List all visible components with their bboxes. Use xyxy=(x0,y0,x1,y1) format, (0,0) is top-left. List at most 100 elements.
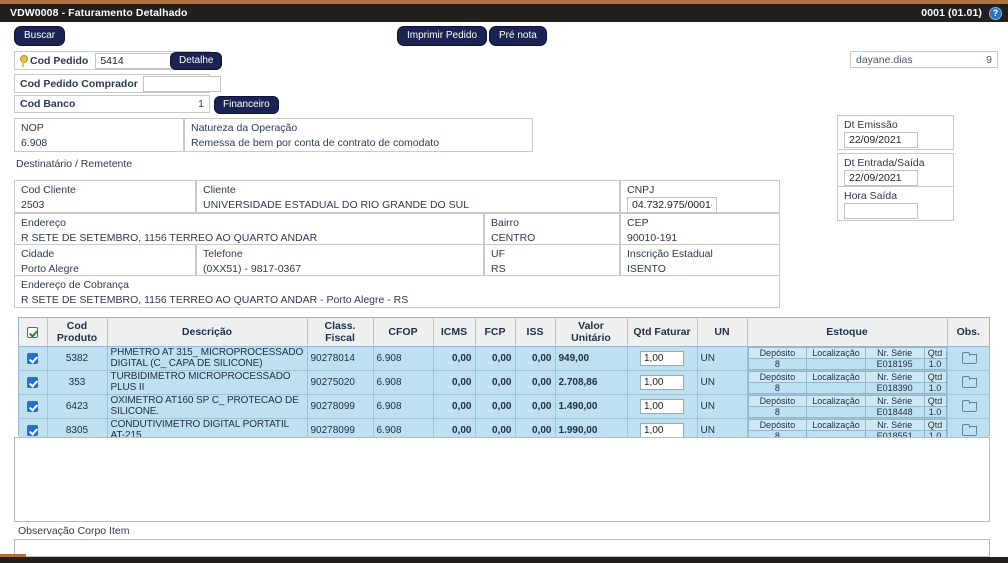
qtd-faturar-input[interactable] xyxy=(640,351,684,366)
cell-class-fiscal: 90275020 xyxy=(307,371,373,395)
estoque-header-nr-serie: Nr. Série xyxy=(865,372,924,383)
cod-banco-label: Cod Banco xyxy=(15,98,80,110)
observacao-corpo-item-textarea[interactable] xyxy=(14,539,990,557)
detalhe-button[interactable]: Detalhe xyxy=(170,52,222,70)
nop-value: 6.908 xyxy=(21,135,178,150)
header-cfop[interactable]: CFOP xyxy=(373,318,433,347)
help-icon[interactable]: ? xyxy=(989,7,1002,20)
header-iss[interactable]: ISS xyxy=(515,318,555,347)
products-table: Cod Produto Descrição Class. Fiscal CFOP… xyxy=(19,318,989,443)
estoque-header-nr-serie: Nr. Série xyxy=(865,348,924,359)
bairro-field[interactable]: Bairro CENTRO xyxy=(484,213,620,246)
bairro-label: Bairro xyxy=(491,217,614,230)
folder-icon[interactable] xyxy=(962,352,975,362)
natureza-operacao-value: Remessa de bem por conta de contrato de … xyxy=(191,135,527,150)
endereco-field[interactable]: Endereço R SETE DE SETEMBRO, 1156 TERREO… xyxy=(14,213,484,246)
title-bar: VDW0008 - Faturamento Detalhado 0001 (01… xyxy=(0,4,1008,22)
header-class-fiscal[interactable]: Class. Fiscal xyxy=(307,318,373,347)
cell-qtd-faturar[interactable] xyxy=(627,395,697,419)
dt-entrada-saida-input[interactable] xyxy=(844,170,918,186)
cell-estoque: DepósitoLocalizaçãoNr. SérieQtd8E0183901… xyxy=(747,371,947,395)
bairro-value: CENTRO xyxy=(491,230,614,245)
folder-icon[interactable] xyxy=(962,400,975,410)
qtd-faturar-input[interactable] xyxy=(640,423,684,438)
cell-fcp: 0,00 xyxy=(475,371,515,395)
estoque-qtd: 1.0 xyxy=(924,359,946,370)
table-row[interactable]: 6423OXIMETRO AT160 SP C_ PROTECAO DE SIL… xyxy=(19,395,989,419)
telefone-field[interactable]: Telefone (0XX51) - 9817-0367 xyxy=(196,244,484,277)
select-all-header[interactable] xyxy=(19,318,47,347)
endereco-label: Endereço xyxy=(21,217,478,230)
cod-pedido-comprador-label: Cod Pedido Comprador xyxy=(15,78,143,90)
endereco-cobranca-field[interactable]: Endereço de Cobrança R SETE DE SETEMBRO,… xyxy=(14,275,780,308)
buscar-button[interactable]: Buscar xyxy=(14,26,65,46)
cod-banco-field[interactable]: Cod Banco 1 xyxy=(14,95,210,113)
cod-pedido-comprador-field[interactable]: Cod Pedido Comprador xyxy=(14,74,210,93)
header-fcp[interactable]: FCP xyxy=(475,318,515,347)
cell-iss: 0,00 xyxy=(515,347,555,371)
dt-emissao-field[interactable]: Dt Emissão xyxy=(837,115,954,150)
folder-icon[interactable] xyxy=(962,424,975,434)
cell-fcp: 0,00 xyxy=(475,395,515,419)
table-row[interactable]: 353TURBIDIMETRO MICROPROCESSADO PLUS II9… xyxy=(19,371,989,395)
estoque-qtd: 1.0 xyxy=(924,383,946,394)
pre-nota-button[interactable]: Pré nota xyxy=(489,26,547,46)
dt-entrada-saida-field[interactable]: Dt Entrada/Saída xyxy=(837,153,954,188)
inscricao-estadual-field[interactable]: Inscrição Estadual ISENTO xyxy=(620,244,780,277)
cod-cliente-field[interactable]: Cod Cliente 2503 xyxy=(14,180,196,213)
endereco-cobranca-value: R SETE DE SETEMBRO, 1156 TERREO AO QUART… xyxy=(21,292,774,307)
qtd-faturar-input[interactable] xyxy=(640,375,684,390)
user-field[interactable]: dayane.dias 9 xyxy=(850,51,998,68)
row-checkbox[interactable] xyxy=(27,377,38,388)
financeiro-button[interactable]: Financeiro xyxy=(214,96,279,114)
destinatario-section-label: Destinatário / Remetente xyxy=(16,158,132,170)
hora-saida-field[interactable]: Hora Saída xyxy=(837,186,954,221)
cod-banco-value: 1 xyxy=(193,98,209,110)
table-row[interactable]: 5382PHMETRO AT 315_ MICROPROCESSADO DIGI… xyxy=(19,347,989,371)
cnpj-input[interactable] xyxy=(627,197,717,213)
header-valor-unitario[interactable]: Valor Unitário xyxy=(555,318,627,347)
cnpj-field[interactable]: CNPJ xyxy=(620,180,780,213)
cell-fcp: 0,00 xyxy=(475,347,515,371)
row-checkbox[interactable] xyxy=(27,425,38,436)
cidade-value: Porto Alegre xyxy=(21,261,190,276)
cell-cod-produto: 353 xyxy=(47,371,107,395)
header-un[interactable]: UN xyxy=(697,318,747,347)
row-checkbox[interactable] xyxy=(27,401,38,412)
header-estoque[interactable]: Estoque xyxy=(747,318,947,347)
hora-saida-input[interactable] xyxy=(844,203,918,219)
window-title: VDW0008 - Faturamento Detalhado xyxy=(10,7,188,19)
cell-qtd-faturar[interactable] xyxy=(627,371,697,395)
cep-field[interactable]: CEP 90010-191 xyxy=(620,213,780,246)
row-select-cell[interactable] xyxy=(19,371,47,395)
cidade-field[interactable]: Cidade Porto Alegre xyxy=(14,244,196,277)
row-select-cell[interactable] xyxy=(19,395,47,419)
natureza-operacao-field[interactable]: Natureza da Operação Remessa de bem por … xyxy=(184,118,533,152)
header-icms[interactable]: ICMS xyxy=(433,318,475,347)
cell-qtd-faturar[interactable] xyxy=(627,347,697,371)
inscricao-estadual-label: Inscrição Estadual xyxy=(627,248,774,261)
cell-obs[interactable] xyxy=(947,347,989,371)
cell-obs[interactable] xyxy=(947,371,989,395)
observacao-upper-textarea[interactable] xyxy=(14,437,990,522)
dt-emissao-input[interactable] xyxy=(844,132,918,148)
estoque-header-localizacao: Localização xyxy=(807,396,866,407)
imprimir-pedido-button[interactable]: Imprimir Pedido xyxy=(397,26,487,46)
nop-field[interactable]: NOP 6.908 xyxy=(14,118,184,152)
row-select-cell[interactable] xyxy=(19,347,47,371)
cod-pedido-comprador-input[interactable] xyxy=(143,76,221,92)
cell-obs[interactable] xyxy=(947,395,989,419)
uf-field[interactable]: UF RS xyxy=(484,244,620,277)
estoque-deposito: 8 xyxy=(748,383,807,394)
header-descricao[interactable]: Descrição xyxy=(107,318,307,347)
dt-entrada-saida-label: Dt Entrada/Saída xyxy=(844,157,948,170)
folder-icon[interactable] xyxy=(962,376,975,386)
header-obs[interactable]: Obs. xyxy=(947,318,989,347)
select-all-checkbox[interactable] xyxy=(27,327,38,338)
cliente-field[interactable]: Cliente UNIVERSIDADE ESTADUAL DO RIO GRA… xyxy=(196,180,620,213)
row-checkbox[interactable] xyxy=(27,353,38,364)
qtd-faturar-input[interactable] xyxy=(640,399,684,414)
application-window: VDW0008 - Faturamento Detalhado 0001 (01… xyxy=(0,0,1008,563)
header-cod-produto[interactable]: Cod Produto xyxy=(47,318,107,347)
header-qtd-faturar[interactable]: Qtd Faturar xyxy=(627,318,697,347)
